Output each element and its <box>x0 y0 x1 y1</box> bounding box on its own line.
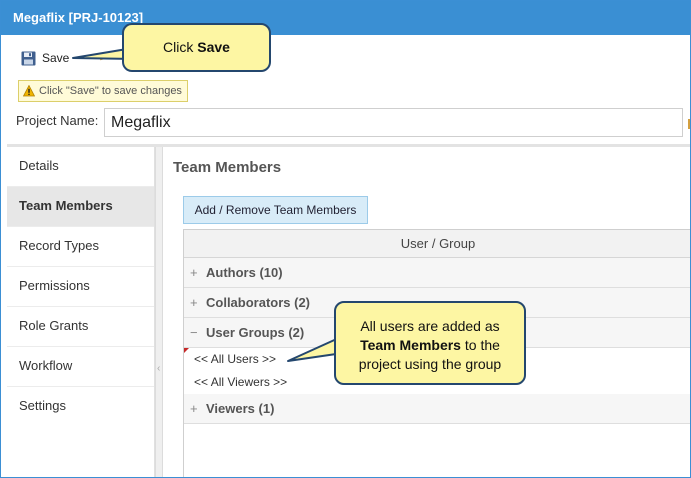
callout-line-1: All users are added as <box>360 318 500 334</box>
group-row-viewers[interactable]: + Viewers (1) <box>184 394 690 424</box>
warning-text: Click "Save" to save changes <box>39 85 182 97</box>
group-label: Viewers (1) <box>206 401 275 416</box>
sidebar-item-permissions[interactable]: Permissions <box>7 267 154 307</box>
team-members-callout: All users are added as Team Members to t… <box>334 301 526 385</box>
group-row-authors[interactable]: + Authors (10) <box>184 258 690 288</box>
sidebar-item-record-types[interactable]: Record Types <box>7 227 154 267</box>
floppy-disk-icon <box>21 51 36 65</box>
warning-icon <box>23 85 35 97</box>
undo-icon[interactable] <box>98 51 118 65</box>
sidebar-item-settings[interactable]: Settings <box>7 387 154 427</box>
add-remove-team-members-button[interactable]: Add / Remove Team Members <box>183 196 368 224</box>
sidebar: Details Team Members Record Types Permis… <box>7 147 155 477</box>
sidebar-item-team-members[interactable]: Team Members <box>7 187 154 227</box>
group-label: Collaborators (2) <box>206 295 311 310</box>
expand-icon[interactable]: + <box>190 288 200 317</box>
group-label: User Groups (2) <box>206 325 305 340</box>
project-name-input[interactable] <box>104 108 683 137</box>
callout-text: Click <box>163 39 198 55</box>
member-label: << All Viewers >> <box>194 375 288 389</box>
column-header-user-group[interactable]: User / Group <box>184 230 690 258</box>
save-button[interactable]: Save <box>21 48 69 68</box>
project-name-label: Project Name: <box>16 113 99 128</box>
save-label: Save <box>42 51 70 65</box>
expand-icon[interactable]: + <box>190 394 200 423</box>
callout-text: to the <box>460 337 500 353</box>
callout-bold-text: Save <box>197 39 230 55</box>
panel-splitter[interactable]: ‹ <box>155 147 163 477</box>
collapse-icon[interactable]: − <box>190 318 200 347</box>
window-title: Megaflix [PRJ-10123] <box>13 10 144 25</box>
changed-marker <box>184 348 189 353</box>
callout-line-2: Team Members to the <box>336 336 524 355</box>
page-title: Team Members <box>173 159 282 176</box>
callout-line-3: project using the group <box>358 356 502 372</box>
sidebar-item-role-grants[interactable]: Role Grants <box>7 307 154 347</box>
project-window: Megaflix [PRJ-10123] Save Click "Save" t… <box>0 0 691 478</box>
save-callout: Click Save <box>122 23 271 72</box>
sidebar-item-details[interactable]: Details <box>7 147 154 187</box>
unsaved-warning: Click "Save" to save changes <box>18 80 188 102</box>
expand-icon[interactable]: + <box>190 258 200 287</box>
callout-bold-text: Team Members <box>360 337 461 353</box>
sidebar-item-workflow[interactable]: Workflow <box>7 347 154 387</box>
member-label: << All Users >> <box>194 352 277 366</box>
group-label: Authors (10) <box>206 265 283 280</box>
title-bar: Megaflix [PRJ-10123] <box>1 1 690 35</box>
collapse-arrow-icon[interactable]: ‹ <box>157 363 160 374</box>
